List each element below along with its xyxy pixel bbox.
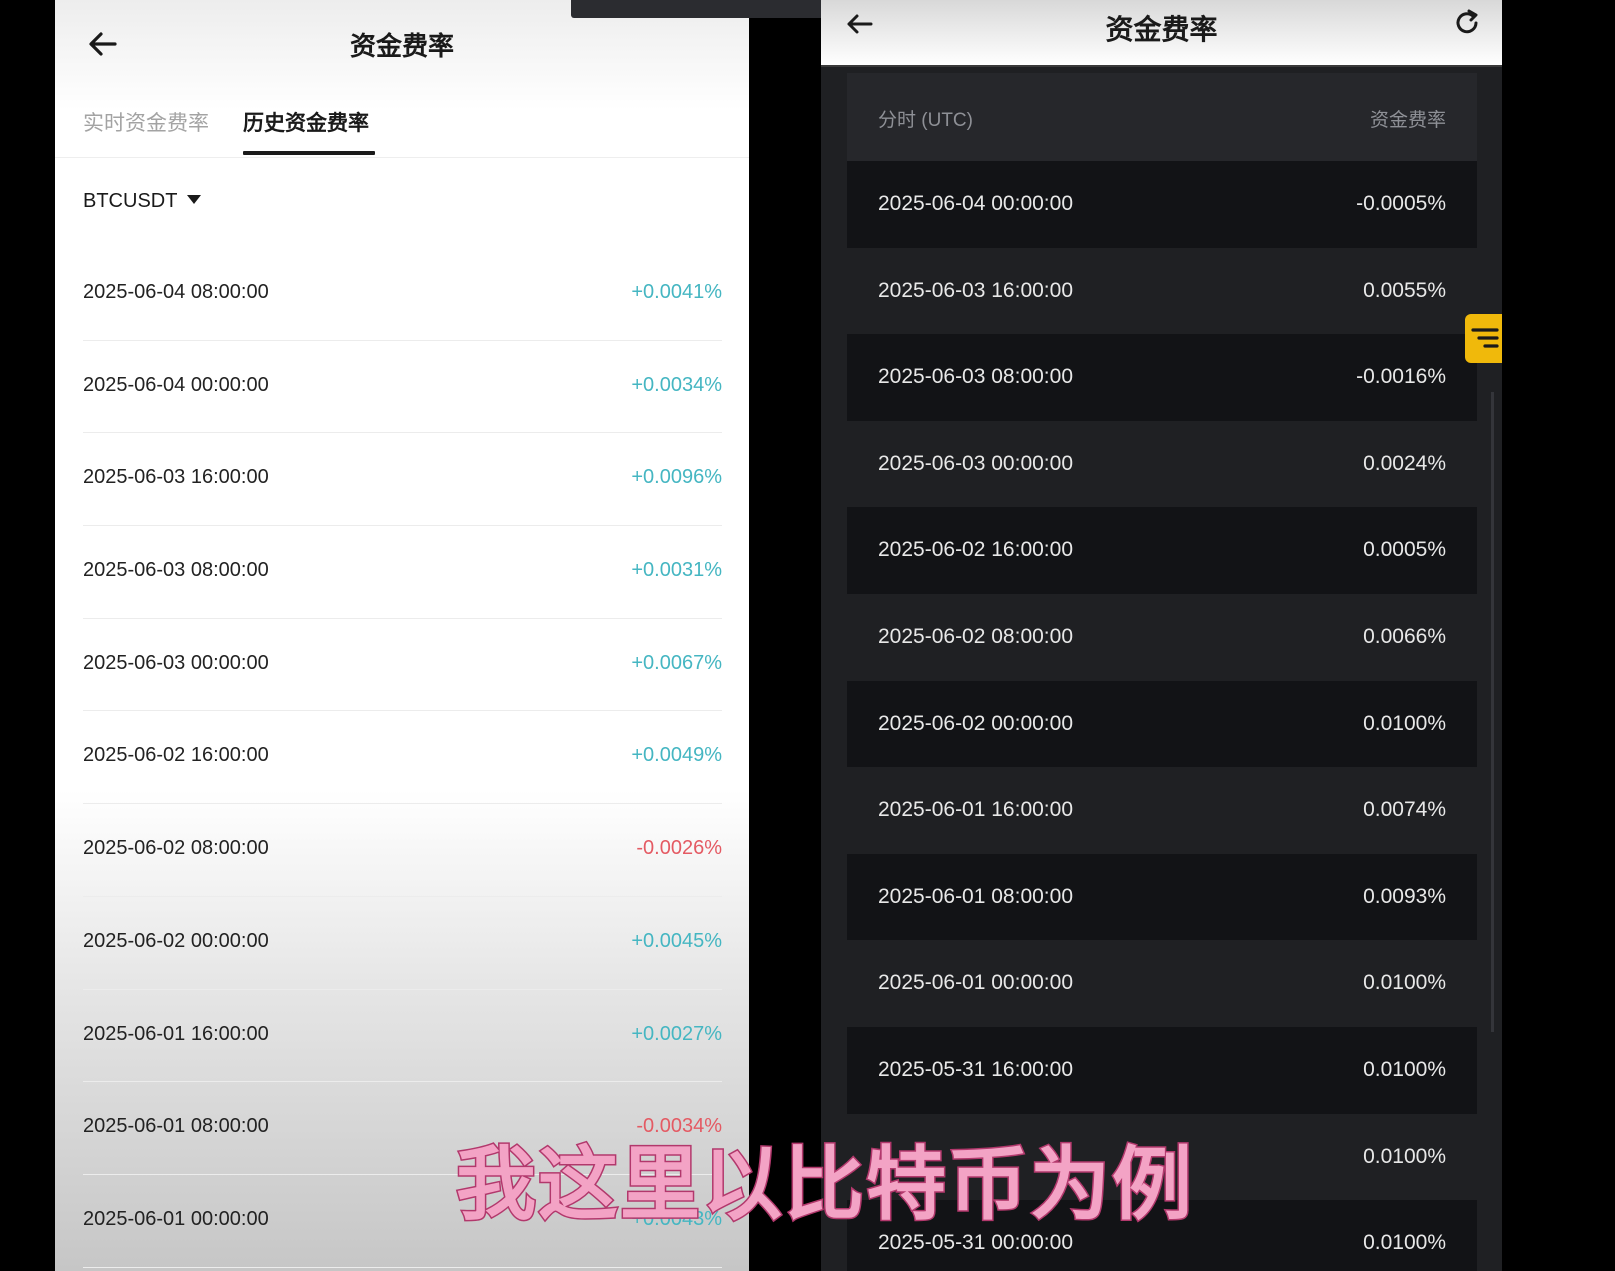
table-row: 2025-06-03 08:00:00 -0.0016% xyxy=(847,334,1477,421)
list-item: 2025-06-03 00:00:00 +0.0067% xyxy=(83,619,722,712)
scrollbar[interactable] xyxy=(1491,392,1494,1032)
video-subtitle: 我这里以比特币为例 xyxy=(455,1137,1194,1233)
funding-time: 2025-06-01 16:00:00 xyxy=(878,798,1073,822)
table-row: 2025-06-02 08:00:00 0.0066% xyxy=(847,593,1477,681)
column-header-rate: 资金费率 xyxy=(1369,110,1446,131)
funding-rate-value: 0.0093% xyxy=(1363,884,1446,908)
floating-menu-button[interactable] xyxy=(1465,314,1502,363)
funding-rate-value: 0.0100% xyxy=(1363,1231,1446,1255)
tab-history-funding-rate[interactable]: 历史资金费率 xyxy=(243,107,369,137)
tab-bar: 实时资金费率 历史资金费率 xyxy=(55,92,749,158)
funding-time: 2025-06-01 08:00:00 xyxy=(878,884,1073,908)
history-rate-list: 2025-06-04 08:00:00 +0.0041% 2025-06-04 00… xyxy=(83,248,722,1268)
caret-down-icon xyxy=(187,195,202,204)
table-row: 2025-06-03 16:00:00 0.0055% xyxy=(847,247,1477,335)
funding-rate-value: -0.0016% xyxy=(1356,365,1446,389)
right-header: 资金费率 xyxy=(821,0,1502,67)
funding-time: 2025-06-03 00:00:00 xyxy=(878,451,1073,475)
list-item: 2025-06-02 00:00:00 +0.0045% xyxy=(83,897,722,990)
table-row: 2025-06-01 16:00:00 0.0074% xyxy=(847,767,1477,854)
list-item: 2025-06-01 16:00:00 +0.0027% xyxy=(83,990,722,1083)
funding-time: 2025-06-03 16:00:00 xyxy=(83,466,269,489)
funding-rate-value: -0.0026% xyxy=(636,837,722,860)
list-icon xyxy=(1471,328,1499,348)
funding-time: 2025-05-31 16:00:00 xyxy=(878,1057,1073,1081)
funding-time: 2025-06-02 08:00:00 xyxy=(83,837,269,860)
page-title: 资金费率 xyxy=(349,31,454,61)
funding-rate-value: 0.0074% xyxy=(1363,798,1446,822)
list-item: 2025-06-04 00:00:00 +0.0034% xyxy=(83,341,722,434)
column-header-time: 分时 (UTC) xyxy=(878,110,973,131)
funding-time: 2025-06-02 00:00:00 xyxy=(878,711,1073,735)
table-row: 2025-06-04 00:00:00 -0.0005% xyxy=(847,161,1477,248)
table-row: 2025-06-03 00:00:00 0.0024% xyxy=(847,420,1477,508)
table-body: 2025-06-04 00:00:00 -0.0005% 2025-06-03 16… xyxy=(847,161,1477,1271)
funding-time: 2025-06-02 16:00:00 xyxy=(878,538,1073,562)
funding-rate-value: +0.0049% xyxy=(631,744,722,767)
funding-rate-value: 0.0100% xyxy=(1363,971,1446,995)
funding-time: 2025-06-01 16:00:00 xyxy=(83,1022,269,1045)
funding-rate-value: +0.0041% xyxy=(631,281,722,303)
pair-selector[interactable]: BTCUSDT xyxy=(83,190,202,213)
funding-time: 2025-06-03 16:00:00 xyxy=(878,278,1073,302)
table-row: 2025-05-31 16:00:00 0.0100% xyxy=(847,1026,1477,1114)
funding-time: 2025-06-03 08:00:00 xyxy=(878,365,1073,389)
funding-time: 2025-06-04 00:00:00 xyxy=(878,192,1073,215)
list-item: 2025-06-03 08:00:00 +0.0031% xyxy=(83,526,722,619)
funding-time: 2025-06-03 00:00:00 xyxy=(83,651,269,674)
funding-rate-value: 0.0100% xyxy=(1363,711,1446,735)
funding-rate-value: +0.0031% xyxy=(631,559,722,582)
funding-time: 2025-06-02 16:00:00 xyxy=(83,744,269,767)
funding-time: 2025-06-01 00:00:00 xyxy=(878,971,1073,995)
funding-rate-value: 0.0005% xyxy=(1363,538,1446,562)
table-header: 分时 (UTC) 资金费率 xyxy=(847,73,1477,161)
funding-rate-value: +0.0045% xyxy=(631,929,722,952)
funding-rate-value: 0.0055% xyxy=(1363,278,1446,302)
list-item: 2025-06-02 08:00:00 -0.0026% xyxy=(83,804,722,897)
funding-rate-value: +0.0067% xyxy=(631,651,722,674)
funding-rate-value: 0.0066% xyxy=(1363,624,1446,648)
funding-time: 2025-06-03 08:00:00 xyxy=(83,559,269,582)
table-row: 2025-06-02 16:00:00 0.0005% xyxy=(847,507,1477,594)
funding-time: 2025-06-01 08:00:00 xyxy=(83,1115,269,1138)
funding-time: 2025-06-02 08:00:00 xyxy=(878,624,1073,648)
funding-time: 2025-06-04 08:00:00 xyxy=(83,281,269,303)
funding-time: 2025-06-01 00:00:00 xyxy=(83,1207,269,1230)
list-item: 2025-06-04 08:00:00 +0.0041% xyxy=(83,248,722,341)
funding-rate-value: 0.0024% xyxy=(1363,451,1446,475)
page-title: 资金费率 xyxy=(1105,14,1218,45)
table-row: 2025-06-01 08:00:00 0.0093% xyxy=(847,853,1477,941)
funding-rate-value: +0.0027% xyxy=(631,1022,722,1045)
refresh-icon[interactable] xyxy=(1452,8,1482,38)
funding-rate-value: +0.0096% xyxy=(631,466,722,489)
table-row: 2025-06-01 00:00:00 0.0100% xyxy=(847,940,1477,1027)
right-phone-screen: 资金费率 分时 (UTC) 资金费率 2025-06-04 00:00:00 -0… xyxy=(821,0,1502,1271)
funding-rate-value: 0.0100% xyxy=(1363,1057,1446,1081)
funding-rate-value: 0.0100% xyxy=(1363,1144,1446,1168)
left-phone-screen: 资金费率 实时资金费率 历史资金费率 BTCUSDT 2025-06-04 08… xyxy=(55,0,749,1271)
funding-rate-value: +0.0034% xyxy=(631,373,722,396)
funding-rate-value: -0.0005% xyxy=(1356,192,1446,215)
active-tab-indicator xyxy=(243,151,375,155)
funding-time: 2025-06-04 00:00:00 xyxy=(83,373,269,396)
funding-time: 2025-06-02 00:00:00 xyxy=(83,929,269,952)
pair-label: BTCUSDT xyxy=(83,190,178,212)
tab-realtime-funding-rate[interactable]: 实时资金费率 xyxy=(83,107,209,137)
table-row: 2025-06-02 00:00:00 0.0100% xyxy=(847,680,1477,768)
list-item: 2025-06-03 16:00:00 +0.0096% xyxy=(83,433,722,527)
list-item: 2025-06-02 16:00:00 +0.0049% xyxy=(83,711,722,805)
funding-rate-table: 分时 (UTC) 资金费率 2025-06-04 00:00:00 -0.0005… xyxy=(847,73,1477,1271)
